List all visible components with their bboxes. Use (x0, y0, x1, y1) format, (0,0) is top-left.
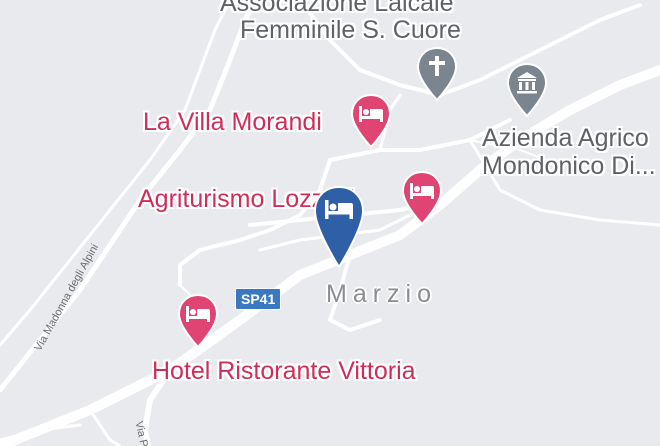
poi-label-associazione-line2[interactable]: Femminile S. Cuore (240, 18, 461, 43)
poi-label-associazione-line1[interactable]: Associazione Laicale (220, 0, 453, 16)
hotel-bed-icon[interactable] (350, 93, 392, 149)
selected-hotel-pin[interactable] (313, 185, 365, 269)
hotel-bed-icon[interactable] (401, 170, 443, 226)
map-canvas[interactable]: Associazione Laicale Femminile S. Cuore … (0, 0, 660, 446)
road-badge-sp41: SP41 (235, 288, 282, 310)
poi-label-azienda-line1[interactable]: Azienda Agrico (482, 126, 649, 151)
museum-icon[interactable] (506, 62, 548, 118)
poi-label-la-villa-morandi[interactable]: La Villa Morandi (143, 110, 322, 135)
church-cross-icon[interactable] (416, 46, 458, 102)
hotel-bed-icon[interactable] (177, 293, 219, 349)
poi-label-hotel-ristorante-vittoria[interactable]: Hotel Ristorante Vittoria (152, 359, 416, 384)
town-label-marzio: Marzio (326, 280, 438, 308)
poi-label-azienda-line2[interactable]: Mondonico Di... (482, 154, 656, 179)
